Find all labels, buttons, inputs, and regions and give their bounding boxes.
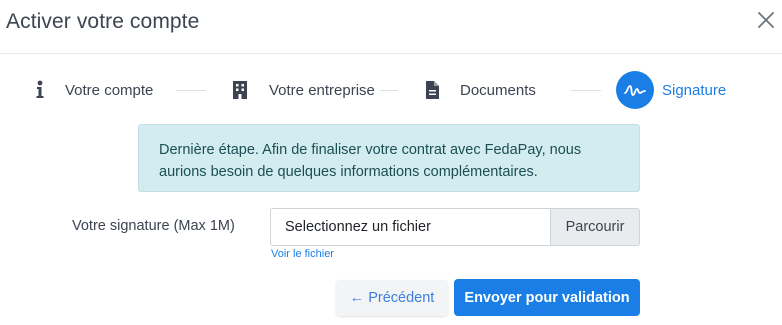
modal-title: Activer votre compte — [6, 10, 200, 33]
building-icon — [229, 79, 251, 101]
signature-file-input[interactable]: Selectionnez un fichier Parcourir — [270, 208, 640, 246]
signature-field-label: Votre signature (Max 1M) — [72, 218, 235, 234]
step-votre-entreprise[interactable]: Votre entreprise — [229, 70, 375, 110]
step-separator — [176, 90, 206, 91]
step-votre-compte[interactable]: Votre compte — [29, 70, 153, 110]
document-icon — [421, 79, 443, 101]
stepper: Votre compte Votre entreprise Documents — [0, 70, 782, 110]
step-separator — [380, 90, 398, 91]
info-icon — [29, 79, 51, 101]
info-alert: Dernière étape. Afin de finaliser votre … — [138, 124, 640, 192]
close-button[interactable] — [754, 8, 778, 32]
step-label: Signature — [662, 81, 727, 99]
signature-step-circle — [616, 71, 654, 109]
file-input-text[interactable]: Selectionnez un fichier — [271, 209, 550, 245]
submit-for-validation-button[interactable]: Envoyer pour validation — [454, 279, 640, 316]
step-label: Votre compte — [65, 81, 154, 99]
step-signature[interactable]: Signature — [616, 70, 726, 110]
previous-button[interactable]: ← Précédent — [336, 280, 448, 316]
step-label: Votre entreprise — [269, 81, 375, 99]
view-file-link[interactable]: Voir le fichier — [271, 248, 334, 260]
browse-button[interactable]: Parcourir — [550, 209, 639, 245]
close-icon — [758, 12, 774, 28]
signature-icon — [624, 85, 646, 96]
step-separator — [571, 90, 601, 91]
step-label: Documents — [460, 81, 536, 99]
step-documents[interactable]: Documents — [421, 70, 536, 110]
modal-header: Activer votre compte — [0, 0, 782, 54]
